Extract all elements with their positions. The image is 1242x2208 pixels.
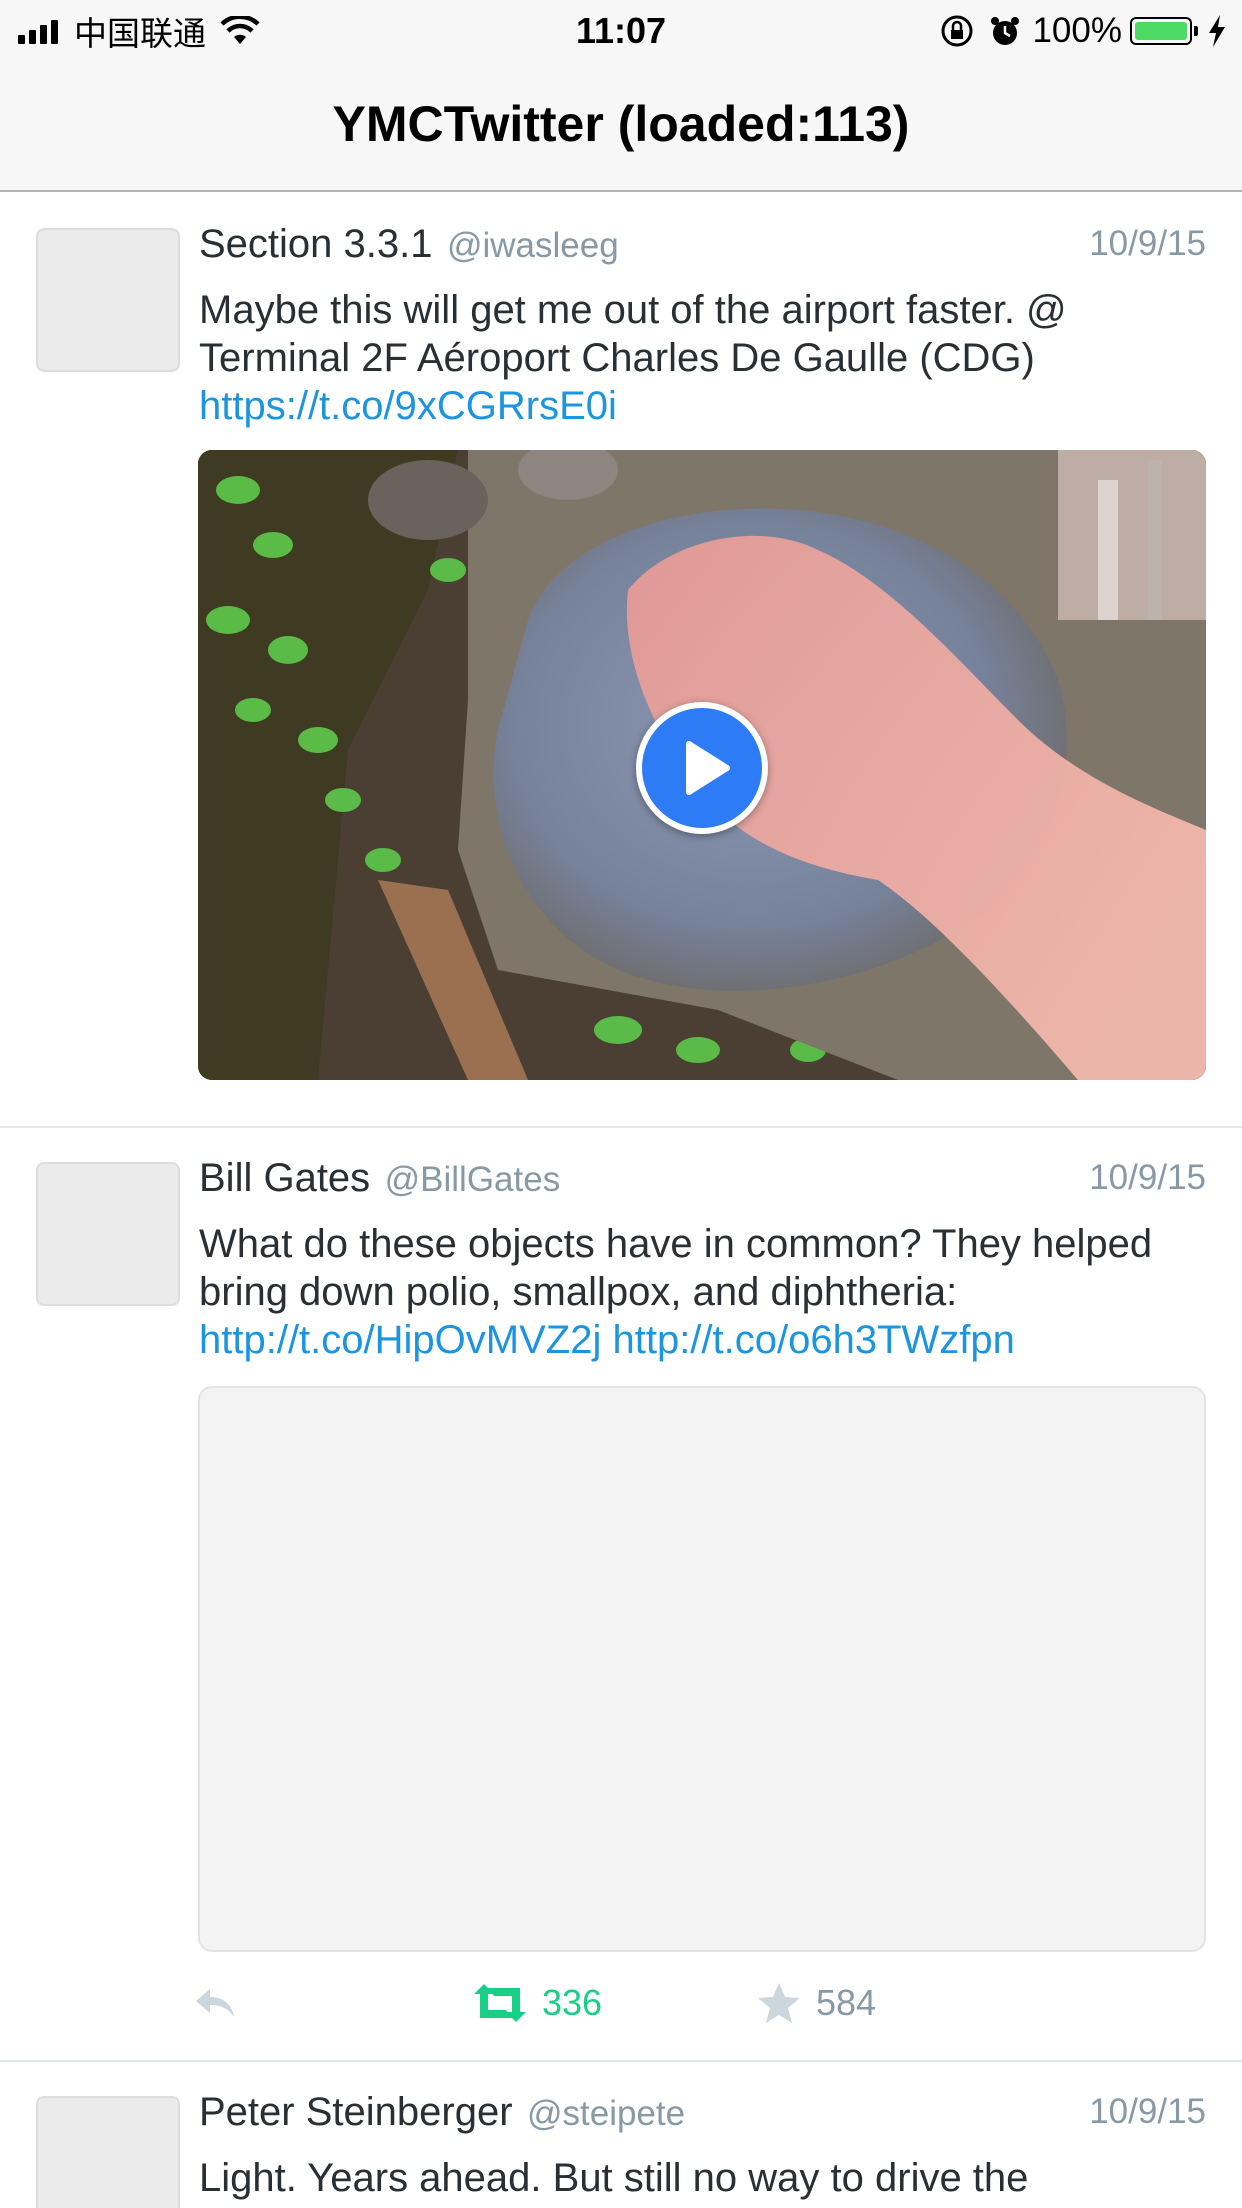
tweet-link[interactable]: http://t.co/HipOvMVZ2j [199, 1318, 601, 1362]
orientation-lock-icon [941, 15, 973, 47]
tweet-date: 10/9/15 [1089, 1158, 1206, 1197]
tweet-video[interactable] [198, 450, 1206, 1080]
tweet-image-placeholder[interactable] [198, 1386, 1206, 1952]
retweet-button[interactable]: 336 [470, 1978, 602, 2028]
tweet-link[interactable]: https://t.co/9xCGRrsE0i [199, 384, 617, 428]
battery-icon [1130, 17, 1192, 45]
tweet-link[interactable]: http://t.co/o6h3TWzfpn [612, 1318, 1014, 1362]
tweet-author-name[interactable]: Section 3.3.1 [199, 222, 433, 266]
tweet-actions: 336 584 [190, 1978, 1090, 2028]
tweet-date: 10/9/15 [1089, 224, 1206, 263]
star-icon [758, 1983, 800, 2023]
reply-button[interactable] [190, 1978, 240, 2028]
page-title: YMCTwitter (loaded:113) [332, 96, 910, 152]
tweet-author-handle[interactable]: @iwasleeg [447, 226, 619, 265]
tweet-cell[interactable]: Section 3.3.1 @iwasleeg 10/9/15 Maybe th… [0, 192, 1242, 1126]
navigation-bar: YMCTwitter (loaded:113) [0, 60, 1242, 192]
retweet-icon [474, 1984, 526, 2022]
charging-icon [1209, 15, 1225, 47]
status-bar: 中国联通 11:07 100% [0, 0, 1242, 60]
tweet-body: What do these objects have in common? Th… [199, 1222, 1153, 1314]
tweet-author-name[interactable]: Bill Gates [199, 1156, 370, 1200]
like-button[interactable]: 584 [756, 1978, 876, 2028]
avatar[interactable] [36, 228, 180, 372]
like-count: 584 [816, 1982, 877, 2023]
reply-icon [196, 1989, 234, 2017]
tweet-date: 10/9/15 [1089, 2092, 1206, 2131]
tweet-cell[interactable]: Peter Steinberger @steipete 10/9/15 Ligh… [0, 2062, 1242, 2208]
tweet-text: Maybe this will get me out of the airpor… [199, 286, 1209, 430]
tweet-text: What do these objects have in common? Th… [199, 1220, 1209, 1364]
avatar[interactable] [36, 1162, 180, 1306]
avatar[interactable] [36, 2096, 180, 2208]
tweet-body: Maybe this will get me out of the airpor… [199, 288, 1067, 380]
tweet-author-handle[interactable]: @BillGates [385, 1160, 561, 1199]
tweet-cell[interactable]: Bill Gates @BillGates 10/9/15 What do th… [0, 1128, 1242, 2060]
alarm-icon [991, 17, 1020, 45]
retweet-count: 336 [542, 1982, 603, 2023]
play-button[interactable] [636, 702, 768, 834]
tweet-text: Light. Years ahead. But still no way to … [199, 2154, 1209, 2202]
play-icon [686, 741, 730, 795]
tweet-author-name[interactable]: Peter Steinberger [199, 2090, 513, 2134]
battery-percentage: 100% [1032, 11, 1122, 50]
tweet-author-handle[interactable]: @steipete [527, 2094, 685, 2133]
tweet-body: Light. Years ahead. But still no way to … [199, 2156, 1029, 2200]
